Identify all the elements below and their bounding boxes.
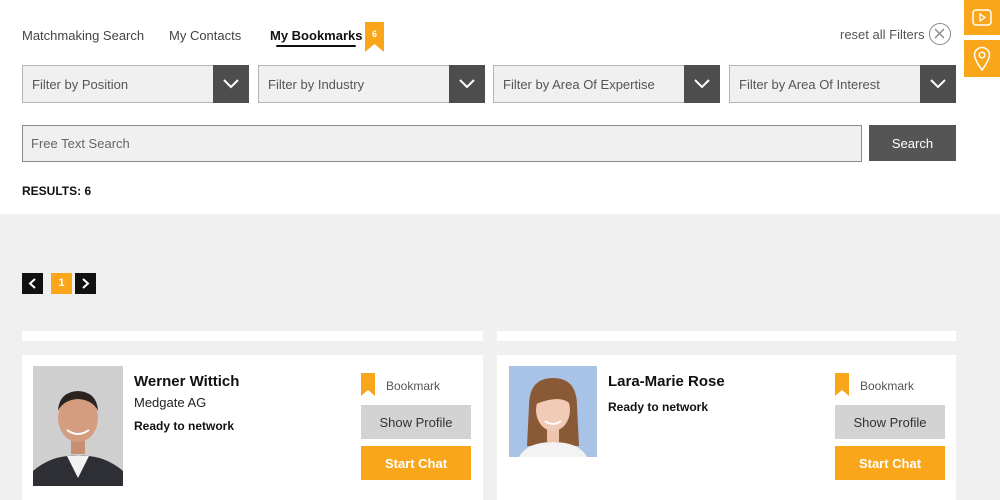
search-button[interactable]: Search	[869, 125, 956, 161]
bookmark-count: 6	[371, 29, 377, 39]
bookmark-icon	[835, 373, 849, 396]
filter-interest-select[interactable]: Filter by Area Of Interest	[729, 65, 956, 103]
tab-matchmaking-search[interactable]: Matchmaking Search	[22, 28, 144, 43]
contact-name[interactable]: Werner Wittich	[134, 373, 239, 390]
contact-card: Lara-Marie Rose Ready to network Bookmar…	[497, 355, 956, 500]
free-text-search-input[interactable]	[22, 125, 862, 162]
tab-my-contacts[interactable]: My Contacts	[169, 28, 241, 43]
contact-card: Werner Wittich Medgate AG Ready to netwo…	[22, 355, 483, 500]
bookmark-count-badge: 6	[365, 22, 384, 52]
filter-position-label: Filter by Position	[32, 77, 129, 92]
chevron-down-icon[interactable]	[684, 65, 720, 103]
show-profile-button[interactable]: Show Profile	[835, 405, 945, 439]
chevron-down-icon[interactable]	[213, 65, 249, 103]
search-panel: Matchmaking Search My Contacts My Bookma…	[0, 0, 1000, 214]
reset-filters-link[interactable]: reset all Filters	[840, 27, 925, 42]
filter-expertise-label: Filter by Area Of Expertise	[503, 77, 655, 92]
avatar	[509, 366, 597, 457]
results-count: RESULTS: 6	[22, 184, 92, 198]
bookmark-button[interactable]: Bookmark	[361, 373, 471, 399]
contact-company: Medgate AG	[134, 395, 207, 410]
bookmark-button[interactable]: Bookmark	[835, 373, 945, 399]
start-chat-button[interactable]: Start Chat	[361, 446, 471, 480]
prev-page-button[interactable]	[22, 273, 43, 294]
active-tab-underline	[276, 45, 357, 47]
filter-interest-label: Filter by Area Of Interest	[739, 77, 880, 92]
chevron-right-icon	[82, 278, 90, 289]
tab-my-bookmarks-label: My Bookmarks	[270, 28, 363, 43]
start-chat-button[interactable]: Start Chat	[835, 446, 945, 480]
contact-name[interactable]: Lara-Marie Rose	[608, 373, 725, 390]
filter-expertise-select[interactable]: Filter by Area Of Expertise	[493, 65, 720, 103]
show-profile-button[interactable]: Show Profile	[361, 405, 471, 439]
avatar	[33, 366, 123, 486]
bookmark-label: Bookmark	[386, 379, 441, 393]
chevron-down-icon[interactable]	[449, 65, 485, 103]
filter-industry-label: Filter by Industry	[268, 77, 365, 92]
filter-position-select[interactable]: Filter by Position	[22, 65, 249, 103]
card-divider-strip	[22, 331, 483, 341]
contact-status: Ready to network	[134, 419, 235, 433]
location-pin-icon[interactable]	[964, 40, 1000, 77]
page-number-current[interactable]: 1	[51, 273, 72, 294]
card-divider-strip	[497, 331, 956, 341]
video-play-icon[interactable]	[964, 0, 1000, 35]
filter-industry-select[interactable]: Filter by Industry	[258, 65, 485, 103]
tab-my-bookmarks[interactable]: My Bookmarks	[270, 28, 363, 47]
chevron-down-icon[interactable]	[920, 65, 956, 103]
bookmark-icon	[361, 373, 375, 396]
next-page-button[interactable]	[75, 273, 96, 294]
close-circle-icon[interactable]	[929, 23, 951, 45]
chevron-left-icon	[28, 278, 36, 289]
contact-status: Ready to network	[608, 400, 709, 414]
bookmark-label: Bookmark	[860, 379, 915, 393]
